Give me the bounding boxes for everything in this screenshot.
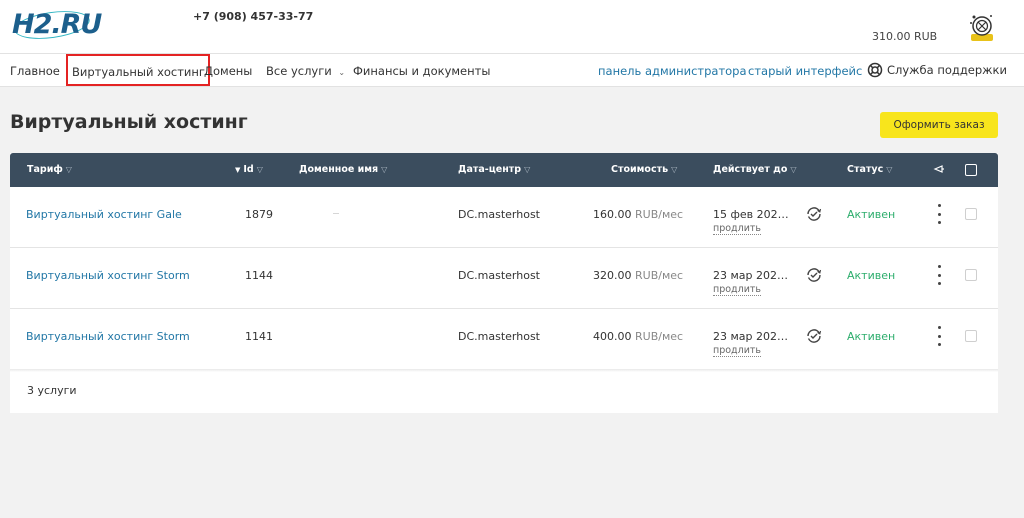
support-label: Служба поддержки bbox=[887, 63, 1007, 77]
column-domain-label: Доменное имя bbox=[299, 164, 379, 175]
service-cost: 160.00 RUB/мес bbox=[593, 208, 683, 221]
select-all-checkbox[interactable] bbox=[965, 164, 977, 176]
page-title: Виртуальный хостинг bbox=[10, 111, 248, 133]
auto-renew-icon[interactable] bbox=[805, 266, 823, 284]
row-checkbox[interactable] bbox=[965, 269, 977, 281]
filter-icon[interactable]: ▽ bbox=[381, 165, 387, 174]
pin-icon[interactable] bbox=[933, 163, 945, 175]
nav-item-domains[interactable]: Домены bbox=[204, 64, 252, 78]
more-actions-icon[interactable] bbox=[936, 265, 942, 285]
service-cost: 400.00 RUB/мес bbox=[593, 330, 683, 343]
auto-renew-icon[interactable] bbox=[805, 205, 823, 223]
admin-panel-link[interactable]: панель администратора bbox=[598, 64, 747, 78]
cost-unit: RUB/мес bbox=[635, 269, 684, 282]
account-balance[interactable]: 310.00 RUB bbox=[872, 30, 937, 43]
cost-unit: RUB/мес bbox=[635, 208, 684, 221]
status-badge: Активен bbox=[847, 330, 896, 343]
support-phone: +7 (908) 457-33-77 bbox=[193, 10, 314, 23]
column-valid-until-label: Действует до bbox=[713, 164, 788, 175]
column-valid-until[interactable]: Действует до ▽ bbox=[713, 164, 797, 175]
filter-icon[interactable]: ▽ bbox=[671, 165, 677, 174]
filter-icon[interactable]: ▽ bbox=[886, 165, 892, 174]
nav-item-virtual-hosting[interactable]: Виртуальный хостинг bbox=[66, 54, 210, 86]
tariff-link[interactable]: Виртуальный хостинг Storm bbox=[26, 330, 190, 343]
filter-icon[interactable]: ▽ bbox=[790, 165, 796, 174]
tariff-link[interactable]: Виртуальный хостинг Gale bbox=[26, 208, 182, 221]
table-row: Виртуальный хостинг Storm 1141 DC.master… bbox=[10, 309, 998, 370]
service-cost: 320.00 RUB/мес bbox=[593, 269, 683, 282]
status-badge: Активен bbox=[847, 208, 896, 221]
column-datacenter[interactable]: Дата-центр ▽ bbox=[458, 164, 530, 175]
cost-unit: RUB/мес bbox=[635, 330, 684, 343]
datacenter: DC.masterhost bbox=[458, 330, 540, 343]
auto-renew-icon[interactable] bbox=[805, 327, 823, 345]
nav-item-all-services-label: Все услуги bbox=[266, 64, 332, 78]
cost-value: 400.00 bbox=[593, 330, 632, 343]
top-bar: H2.RU +7 (908) 457-33-77 310.00 RUB bbox=[0, 0, 1024, 53]
column-tariff-label: Тариф bbox=[27, 164, 63, 175]
valid-until-date: 23 мар 202… bbox=[713, 269, 789, 282]
column-cost-label: Стоимость bbox=[611, 164, 669, 175]
table-header: Тариф ▽ ▼ Id ▽ Доменное имя ▽ Дата-центр… bbox=[10, 153, 998, 187]
services-count: 3 услуги bbox=[27, 384, 77, 397]
service-id: 1144 bbox=[245, 269, 273, 282]
chevron-down-icon: ⌄ bbox=[338, 68, 346, 77]
table-row: Виртуальный хостинг Gale 1879 DC.masterh… bbox=[10, 187, 998, 248]
service-id: 1879 bbox=[245, 208, 273, 221]
table-row: Виртуальный хостинг Storm 1144 DC.master… bbox=[10, 248, 998, 309]
filter-icon[interactable]: ▽ bbox=[524, 165, 530, 174]
nav-item-home[interactable]: Главное bbox=[10, 64, 60, 78]
column-id-label: Id bbox=[243, 164, 254, 175]
renew-link[interactable]: продлить bbox=[713, 284, 762, 296]
column-tariff[interactable]: Тариф ▽ bbox=[27, 164, 72, 175]
sort-down-icon: ▼ bbox=[235, 165, 241, 174]
valid-until-date: 15 фев 202… bbox=[713, 208, 789, 221]
main-nav: Главное Виртуальный хостинг Домены Все у… bbox=[0, 53, 1024, 87]
status-badge: Активен bbox=[847, 269, 896, 282]
cost-value: 320.00 bbox=[593, 269, 632, 282]
renew-link[interactable]: продлить bbox=[713, 223, 762, 235]
logo[interactable]: H2.RU bbox=[12, 6, 102, 44]
column-status-label: Статус bbox=[847, 164, 884, 175]
renew-link[interactable]: продлить bbox=[713, 345, 762, 357]
nav-item-finance[interactable]: Финансы и документы bbox=[353, 64, 490, 78]
datacenter: DC.masterhost bbox=[458, 269, 540, 282]
column-domain[interactable]: Доменное имя ▽ bbox=[299, 164, 387, 175]
filter-icon[interactable]: ▽ bbox=[257, 165, 263, 174]
cost-value: 160.00 bbox=[593, 208, 632, 221]
more-actions-icon[interactable] bbox=[936, 326, 942, 346]
row-checkbox[interactable] bbox=[965, 330, 977, 342]
more-actions-icon[interactable] bbox=[936, 204, 942, 224]
column-id[interactable]: ▼ Id ▽ bbox=[235, 164, 263, 175]
table-divider bbox=[10, 369, 998, 372]
row-checkbox[interactable] bbox=[965, 208, 977, 220]
valid-until-date: 23 мар 202… bbox=[713, 330, 789, 343]
tariff-link[interactable]: Виртуальный хостинг Storm bbox=[26, 269, 190, 282]
domain-empty-dash bbox=[333, 213, 339, 214]
support-link[interactable]: Служба поддержки bbox=[867, 62, 1007, 78]
filter-icon[interactable]: ▽ bbox=[66, 165, 72, 174]
old-interface-link[interactable]: старый интерфейс bbox=[748, 64, 862, 78]
column-cost[interactable]: Стоимость ▽ bbox=[611, 164, 677, 175]
user-avatar-icon[interactable] bbox=[966, 12, 998, 44]
nav-item-all-services[interactable]: Все услуги ⌄ bbox=[266, 64, 345, 78]
service-id: 1141 bbox=[245, 330, 273, 343]
column-datacenter-label: Дата-центр bbox=[458, 164, 522, 175]
datacenter: DC.masterhost bbox=[458, 208, 540, 221]
order-button[interactable]: Оформить заказ bbox=[880, 112, 998, 138]
logo-text: H2.RU bbox=[12, 9, 102, 40]
column-status[interactable]: Статус ▽ bbox=[847, 164, 892, 175]
lifebuoy-icon bbox=[867, 62, 883, 78]
services-table: Тариф ▽ ▼ Id ▽ Доменное имя ▽ Дата-центр… bbox=[10, 153, 998, 413]
